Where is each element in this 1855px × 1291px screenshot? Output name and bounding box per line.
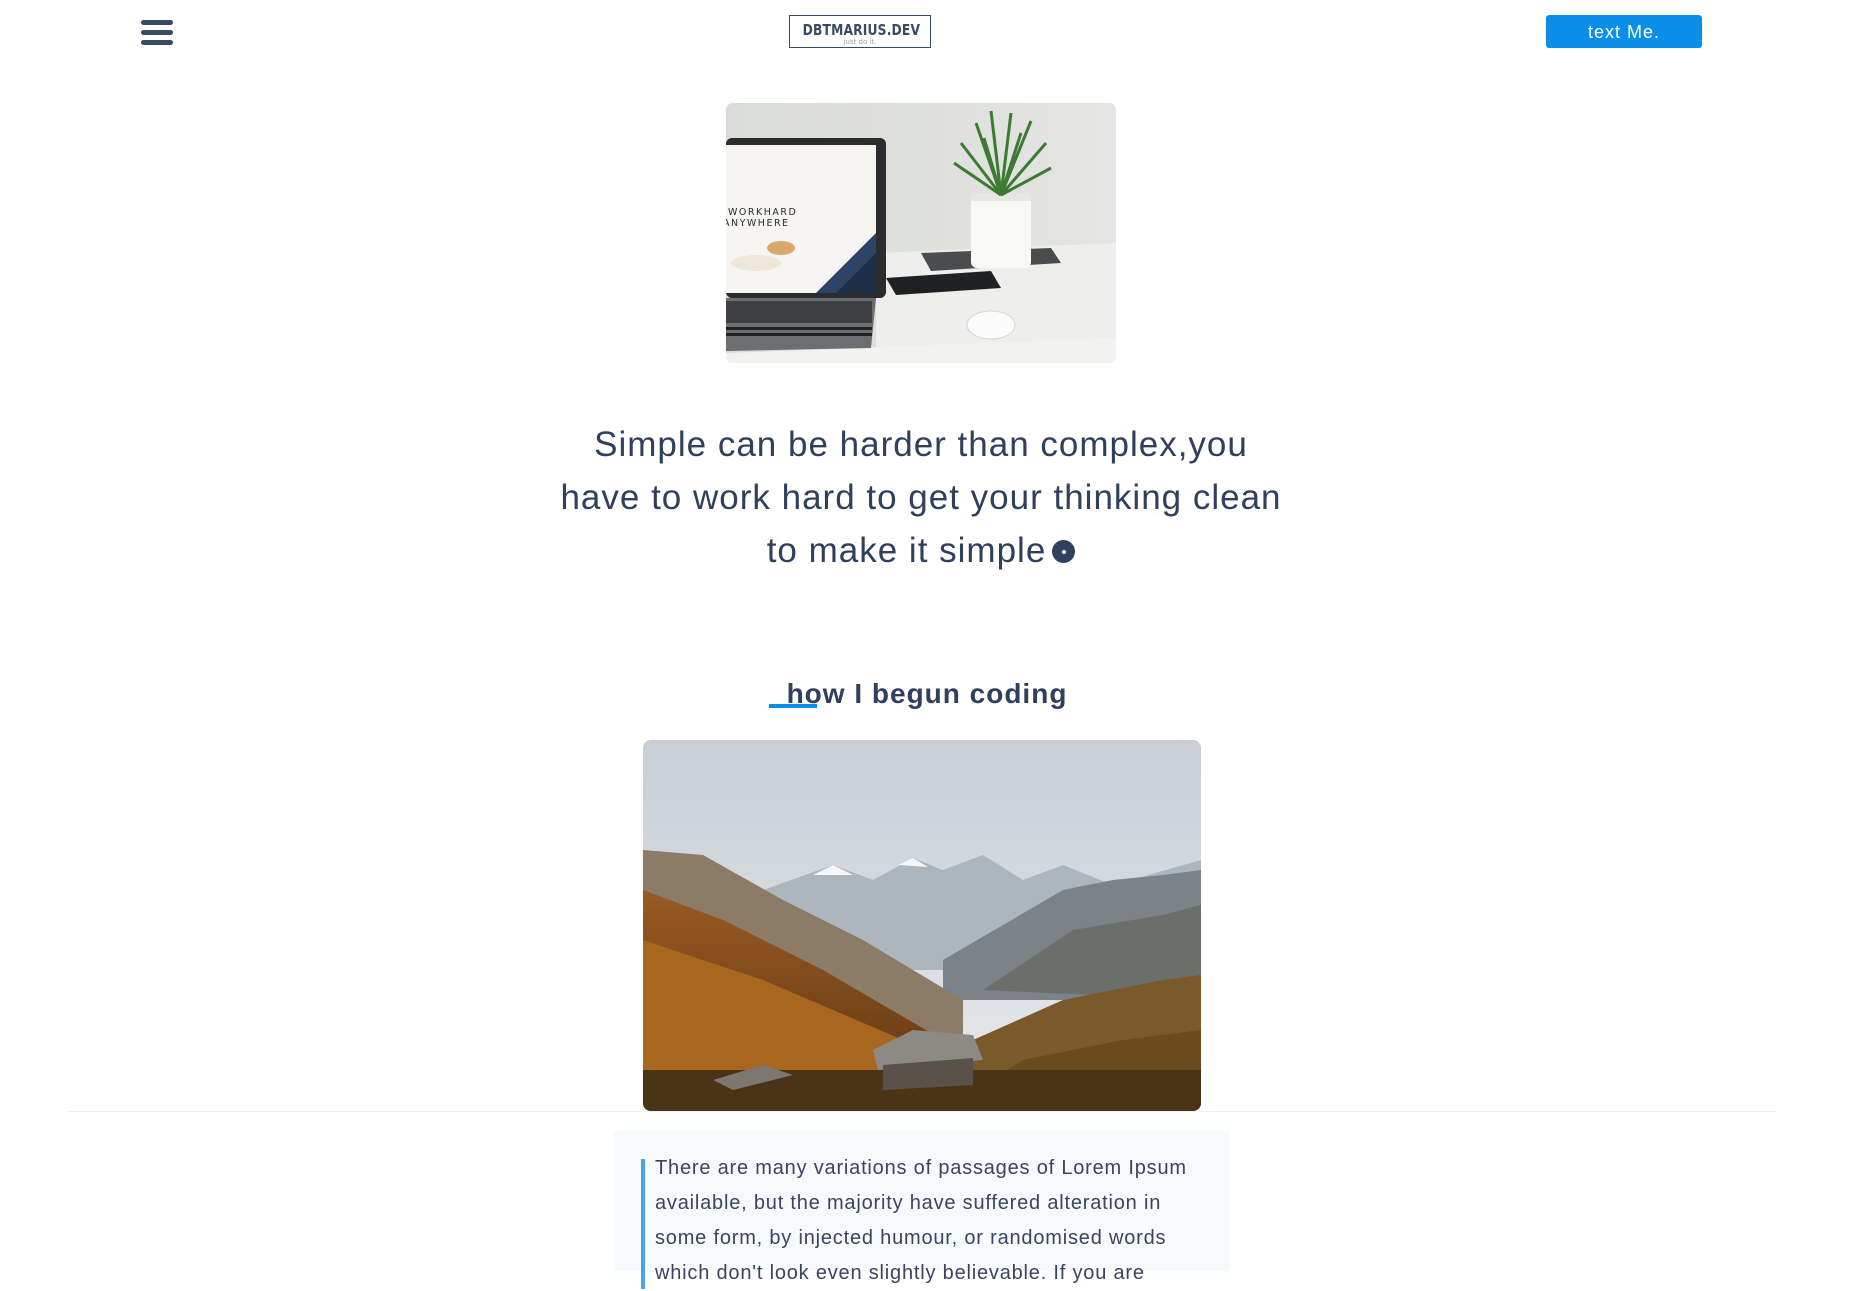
menu-line: [141, 40, 173, 45]
hero-image: WORKHARD ANYWHERE: [726, 103, 1116, 363]
logo-tagline: just do it.: [843, 38, 877, 46]
text-me-button[interactable]: text Me.: [1546, 15, 1702, 48]
blockquote-bar: [641, 1159, 645, 1289]
headline-quote: Simple can be harder than complex,you ha…: [557, 418, 1285, 577]
blockquote: There are many variations of passages of…: [614, 1131, 1229, 1289]
hamburger-menu-icon[interactable]: [141, 20, 173, 46]
landscape-image: [643, 740, 1201, 1111]
screen-text: WORKHARD: [728, 207, 797, 218]
logo-text: DBTMARIUS.DEV: [802, 21, 921, 39]
screen-text: ANYWHERE: [726, 218, 790, 229]
blockquote-text: There are many variations of passages of…: [655, 1157, 1187, 1284]
dot-icon: [1052, 540, 1076, 563]
menu-line: [141, 20, 173, 25]
site-logo[interactable]: DBTMARIUS.DEV just do it.: [789, 15, 931, 48]
menu-line: [141, 30, 173, 35]
section-title: how I begun coding: [786, 678, 1068, 709]
quote-text: Simple can be harder than complex,you ha…: [560, 425, 1282, 570]
section-divider: [68, 1111, 1776, 1112]
